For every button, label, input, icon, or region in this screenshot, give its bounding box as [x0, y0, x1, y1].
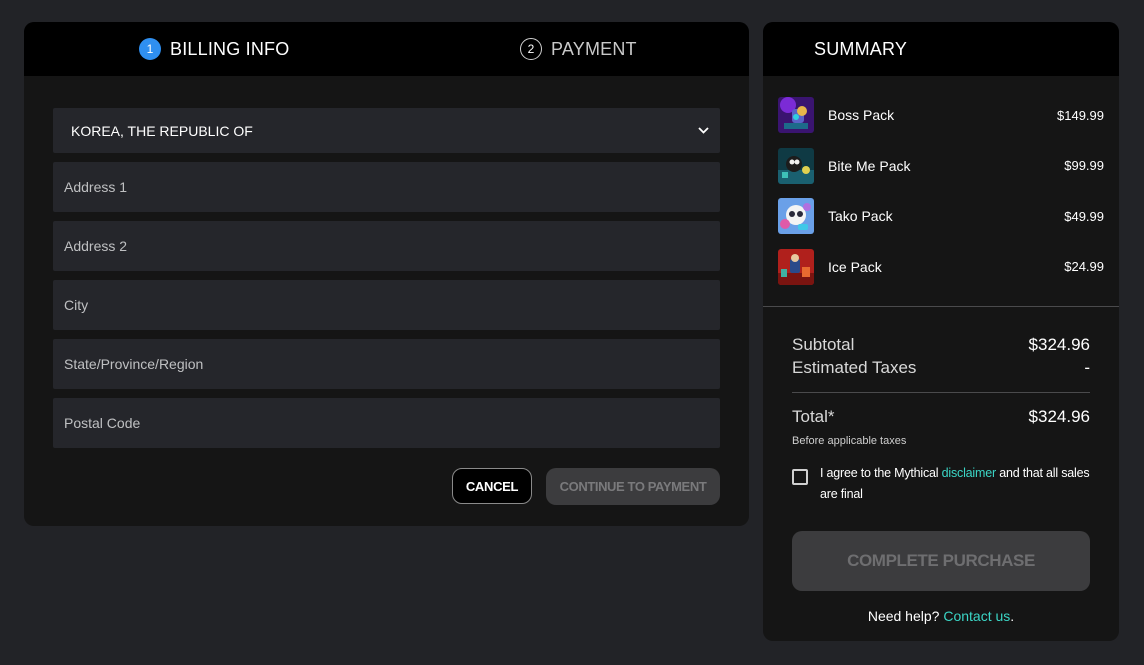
country-select[interactable]: KOREA, THE REPUBLIC OF: [53, 108, 720, 153]
item-price: $99.99: [1064, 158, 1104, 174]
ice-pack-thumbnail: [778, 248, 814, 285]
form-actions: CANCEL CONTINUE TO PAYMENT: [452, 468, 720, 505]
tako-pack-thumbnail: [778, 198, 814, 235]
agree-prefix: I agree to the Mythical: [820, 466, 942, 480]
subtotal-value: $324.96: [1028, 335, 1090, 354]
boss-pack-thumbnail: [778, 97, 814, 134]
taxes-row: Estimated Taxes -: [792, 358, 1090, 378]
agree-checkbox[interactable]: [792, 469, 808, 485]
divider: [763, 306, 1119, 307]
taxes-label: Estimated Taxes: [792, 358, 917, 377]
city-field[interactable]: City: [53, 280, 720, 330]
address2-placeholder: Address 2: [64, 238, 128, 254]
total-value: $324.96: [1028, 407, 1090, 426]
item-price: $149.99: [1057, 107, 1104, 123]
divider: [792, 392, 1090, 393]
billing-form: KOREA, THE REPUBLIC OF Address 1 Address…: [53, 108, 720, 448]
summary-title: SUMMARY: [814, 38, 908, 59]
summary-panel: SUMMARY Boss Pack $149.99 Bite Me Pack $…: [763, 22, 1119, 641]
postal-code-placeholder: Postal Code: [64, 415, 141, 431]
help-suffix: .: [1010, 608, 1015, 624]
item-name: Boss Pack: [828, 107, 895, 124]
help-text: Need help? Contact us.: [792, 608, 1090, 624]
chevron-down-icon: [696, 124, 710, 138]
city-placeholder: City: [64, 297, 89, 313]
order-totals: Subtotal $324.96 Estimated Taxes - Total…: [763, 335, 1119, 624]
country-select-value: KOREA, THE REPUBLIC OF: [71, 122, 253, 139]
summary-item: Ice Pack $24.99: [763, 242, 1119, 293]
total-label: Total*: [792, 407, 835, 426]
help-prefix: Need help?: [867, 608, 944, 624]
state-field[interactable]: State/Province/Region: [53, 339, 720, 389]
postal-code-field[interactable]: Postal Code: [53, 398, 720, 448]
subtotal-label: Subtotal: [792, 335, 855, 354]
billing-panel: 1 BILLING INFO 2 PAYMENT KOREA, THE REPU…: [24, 22, 749, 526]
step-number-badge: 1: [139, 38, 161, 60]
item-price: $24.99: [1064, 259, 1104, 275]
continue-to-payment-button[interactable]: CONTINUE TO PAYMENT: [546, 468, 720, 505]
agree-row: I agree to the Mythical disclaimer and t…: [792, 463, 1090, 505]
bite-me-pack-thumbnail: [778, 147, 814, 184]
disclaimer-link[interactable]: disclaimer: [942, 466, 996, 480]
subtotal-row: Subtotal $324.96: [792, 335, 1090, 355]
step-label: PAYMENT: [551, 38, 637, 59]
summary-item: Bite Me Pack $99.99: [763, 141, 1119, 192]
step-number-badge: 2: [520, 38, 542, 60]
address2-field[interactable]: Address 2: [53, 221, 720, 271]
item-name: Tako Pack: [828, 208, 893, 225]
item-price: $49.99: [1064, 208, 1104, 224]
summary-item: Tako Pack $49.99: [763, 191, 1119, 242]
complete-purchase-button[interactable]: COMPLETE PURCHASE: [792, 531, 1090, 591]
summary-item: Boss Pack $149.99: [763, 90, 1119, 141]
cancel-button[interactable]: CANCEL: [452, 468, 532, 504]
item-name: Ice Pack: [828, 258, 882, 275]
checkout-steps: 1 BILLING INFO 2 PAYMENT: [24, 22, 749, 76]
address1-field[interactable]: Address 1: [53, 162, 720, 212]
agree-text: I agree to the Mythical disclaimer and t…: [820, 463, 1090, 505]
contact-us-link[interactable]: Contact us: [943, 608, 1010, 624]
address1-placeholder: Address 1: [64, 179, 128, 195]
summary-items: Boss Pack $149.99 Bite Me Pack $99.99 Ta…: [763, 76, 1119, 292]
taxes-value: -: [1084, 358, 1090, 377]
step-payment[interactable]: 2 PAYMENT: [520, 22, 637, 76]
before-taxes-note: Before applicable taxes: [792, 435, 907, 447]
step-billing-info[interactable]: 1 BILLING INFO: [139, 22, 289, 76]
total-row: Total* $324.96: [792, 407, 1090, 427]
summary-header: SUMMARY: [763, 22, 1119, 76]
state-placeholder: State/Province/Region: [64, 356, 204, 372]
step-label: BILLING INFO: [170, 38, 290, 59]
item-name: Bite Me Pack: [828, 157, 911, 174]
